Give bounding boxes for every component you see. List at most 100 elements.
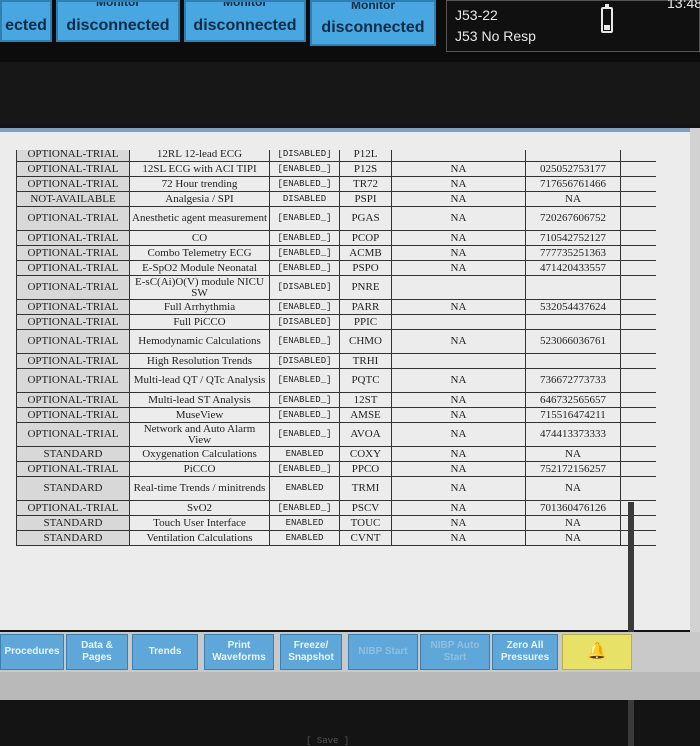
serial-cell: NA [525,515,621,531]
license-cell: OPTIONAL-TRIAL [16,206,130,231]
table-row[interactable]: OPTIONAL-TRIAL Hemodynamic Calculations [E… [16,329,656,354]
license-cell: OPTIONAL-TRIAL [16,500,130,516]
spacer-cell [620,230,656,246]
status-cell: [ENABLED_] [269,176,340,192]
key-freeze-snapshot[interactable]: Freeze/ Snapshot [280,634,342,670]
key-cell: NA [391,191,526,207]
license-cell: OPTIONAL-TRIAL [16,275,130,300]
code-cell: 12ST [339,392,392,408]
license-cell: STANDARD [16,476,130,501]
serial-cell: NA [525,446,621,462]
serial-cell: 701360476126 [525,500,621,516]
table-row[interactable]: STANDARD Oxygenation Calculations ENABLED C… [16,446,656,462]
key-cell [391,353,526,369]
code-cell: AMSE [339,407,392,423]
status-cell: [ENABLED_] [269,500,340,516]
tile-2-status: disconnected [66,17,170,34]
table-row[interactable]: OPTIONAL-TRIAL High Resolution Trends [DIS… [16,353,656,369]
code-cell: PSPO [339,260,392,276]
table-row[interactable]: OPTIONAL-TRIAL 12SL ECG with ACI TIPI [ENA… [16,161,656,177]
key-procedures[interactable]: Procedures [0,634,64,670]
tile-1-line1 [2,2,50,14]
connection-tile-4[interactable]: Monitor disconnected [310,0,436,46]
table-row[interactable]: OPTIONAL-TRIAL CO [ENABLED_] PCOP NA 71054275… [16,230,656,246]
connection-tile-1[interactable]: ected [0,0,52,42]
key-cell: NA [391,176,526,192]
key-data-pages[interactable]: Data & Pages [66,634,128,670]
serial-cell [525,275,621,300]
serial-cell [525,314,621,330]
table-row[interactable]: OPTIONAL-TRIAL 12RL 12-lead ECG [DISABLED]… [16,150,656,162]
key-nibp-auto-start[interactable]: NIBP Auto Start [420,634,490,670]
table-row[interactable]: OPTIONAL-TRIAL Full Arrhythmia [ENABLED_] P… [16,299,656,315]
table-row[interactable]: OPTIONAL-TRIAL Anesthetic agent measureme… [16,206,656,231]
table-row[interactable]: OPTIONAL-TRIAL 72 Hour trending [ENABLED_]… [16,176,656,192]
feature-cell: Network and Auto Alarm View [129,422,270,447]
license-cell: OPTIONAL-TRIAL [16,392,130,408]
waveform-area [0,62,700,124]
spacer-cell [620,407,656,423]
spacer-cell [620,314,656,330]
code-cell: PSPI [339,191,392,207]
table-row[interactable]: OPTIONAL-TRIAL MuseView [ENABLED_] AMSE NA 71… [16,407,656,423]
serial-cell: 025052753177 [525,161,621,177]
status-cell: [ENABLED_] [269,206,340,231]
connection-tile-3[interactable]: Monitor disconnected [184,0,306,42]
save-button[interactable]: [ Save ] [306,736,349,746]
table-row[interactable]: OPTIONAL-TRIAL PiCCO [ENABLED_] PPCO NA 75217… [16,461,656,477]
serial-cell: NA [525,530,621,546]
license-cell: OPTIONAL-TRIAL [16,368,130,393]
table-row[interactable]: OPTIONAL-TRIAL Combo Telemetry ECG [ENABLE… [16,245,656,261]
key-print-waveforms[interactable]: Print Waveforms [204,634,274,670]
status-cell: ENABLED [269,476,340,501]
feature-cell: Ventilation Calculations [129,530,270,546]
key-cell: NA [391,422,526,447]
status-cell: [ENABLED_] [269,161,340,177]
key-cell: NA [391,161,526,177]
table-row[interactable]: STANDARD Touch User Interface ENABLED TOUC N… [16,515,656,531]
table-row[interactable]: OPTIONAL-TRIAL Full PiCCO [DISABLED] PPIC [16,314,656,330]
table-row[interactable]: STANDARD Real-time Trends / minitrends ENA… [16,476,656,501]
table-row[interactable]: OPTIONAL-TRIAL E-SpO2 Module Neonatal [ENA… [16,260,656,276]
serial-cell: 532054437624 [525,299,621,315]
serial-cell: 471420433557 [525,260,621,276]
key-nibp-start[interactable]: NIBP Start [348,634,418,670]
feature-cell: Touch User Interface [129,515,270,531]
feature-cell: SvO2 [129,500,270,516]
spacer-cell [620,299,656,315]
table-row[interactable]: OPTIONAL-TRIAL Multi-lead ST Analysis [ENA… [16,392,656,408]
feature-cell: Hemodynamic Calculations [129,329,270,354]
table-row[interactable]: OPTIONAL-TRIAL Multi-lead QT / QTc Analys… [16,368,656,393]
software-options-dialog: OPTIONAL-TRIAL 12RL 12-lead ECG [DISABLED]… [0,128,690,746]
tile-3-line1: Monitor [223,2,267,9]
serial-cell: 717656761466 [525,176,621,192]
connection-tile-2[interactable]: Monitor disconnected [56,0,180,42]
table-row[interactable]: OPTIONAL-TRIAL SvO2 [ENABLED_] PSCV NA 701360… [16,500,656,516]
status-cell: [ENABLED_] [269,299,340,315]
status-cell: [ENABLED_] [269,422,340,447]
code-cell: PSCV [339,500,392,516]
bell-icon[interactable]: 🔔 [562,634,632,670]
table-row[interactable]: STANDARD Ventilation Calculations ENABLED C… [16,530,656,546]
table-scrollbar[interactable] [628,502,634,746]
serial-cell: 474413373333 [525,422,621,447]
table-row[interactable]: NOT-AVAILABLE Analgesia / SPI DISABLED PSPI… [16,191,656,207]
feature-cell: CO [129,230,270,246]
battery-icon [601,4,613,33]
key-trends[interactable]: Trends [132,634,198,670]
status-cell: ENABLED [269,446,340,462]
code-cell: TR72 [339,176,392,192]
key-cell: NA [391,461,526,477]
spacer-cell [620,446,656,462]
license-cell: OPTIONAL-TRIAL [16,161,130,177]
tile-4-line1: Monitor [351,2,395,12]
spacer-cell [620,329,656,354]
device-status-panel[interactable]: J53-22 J53 No Resp 13:48 [446,0,700,52]
key-cell: NA [391,476,526,501]
license-cell: STANDARD [16,515,130,531]
key-zero-all-pressures[interactable]: Zero All Pressures [492,634,558,670]
table-row[interactable]: OPTIONAL-TRIAL E-sC(Ai)O(V) module NICU S… [16,275,656,300]
spacer-cell [620,161,656,177]
spacer-cell [620,461,656,477]
table-row[interactable]: OPTIONAL-TRIAL Network and Auto Alarm Vie… [16,422,656,447]
